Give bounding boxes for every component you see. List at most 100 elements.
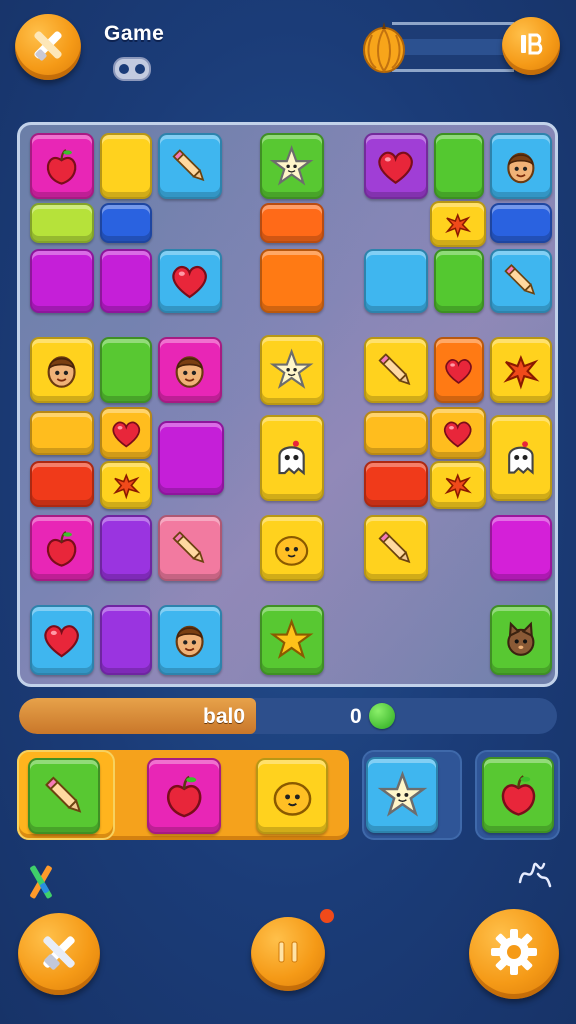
game-tile[interactable] (490, 415, 552, 501)
game-tile[interactable] (260, 605, 324, 675)
pause-icon (273, 937, 303, 972)
currency-bar (392, 22, 514, 72)
face-icon (492, 135, 550, 197)
game-tile[interactable] (260, 415, 324, 501)
pencil-icon (160, 517, 220, 579)
splat-icon (432, 463, 484, 507)
ghost-icon (262, 417, 322, 499)
game-tile[interactable] (158, 605, 222, 675)
game-tile[interactable] (30, 515, 94, 581)
game-tile[interactable] (434, 249, 484, 313)
pause-button[interactable] (251, 917, 325, 991)
game-tile[interactable] (490, 249, 552, 313)
tray-tile[interactable] (28, 758, 100, 834)
pencil-icon (160, 135, 220, 197)
game-tile[interactable] (100, 605, 152, 675)
slot-tile[interactable] (482, 757, 554, 833)
game-tile[interactable] (490, 133, 552, 199)
game-tile[interactable] (364, 461, 428, 507)
game-tile[interactable] (158, 337, 222, 403)
game-tile[interactable] (260, 203, 324, 243)
heart-icon (436, 339, 482, 401)
heart-icon (32, 607, 92, 673)
game-tile[interactable] (364, 515, 428, 581)
game-tile[interactable] (434, 133, 484, 199)
game-tile[interactable] (490, 203, 552, 243)
game-tile[interactable] (490, 515, 552, 581)
game-tile[interactable] (364, 249, 428, 313)
crossed-tools-icon (36, 929, 82, 980)
game-board (17, 122, 558, 687)
splat-icon (492, 339, 550, 401)
progress-label: bal0 (203, 705, 246, 728)
game-tile[interactable] (434, 337, 484, 403)
progress-value: 0 (350, 705, 362, 728)
game-tile[interactable] (100, 249, 152, 313)
heart-icon (160, 251, 220, 311)
game-tile[interactable] (260, 133, 324, 199)
tray-tile[interactable] (147, 758, 221, 834)
game-tile[interactable] (260, 335, 324, 405)
game-tile[interactable] (260, 515, 324, 581)
apple-icon (32, 517, 92, 579)
game-tile[interactable] (260, 249, 324, 313)
face-icon (160, 607, 220, 673)
tray-tile[interactable] (256, 758, 328, 834)
game-tile[interactable] (364, 133, 428, 199)
crossed-tools-icon (29, 26, 67, 69)
pencil-icon (30, 760, 98, 832)
progress-marker-icon (369, 703, 395, 729)
apple-icon (484, 759, 552, 831)
game-tile[interactable] (430, 461, 486, 509)
notification-dot (318, 907, 336, 925)
game-tile[interactable] (158, 249, 222, 313)
gamepad-icon (112, 54, 152, 84)
game-tile[interactable] (30, 249, 94, 313)
game-tile[interactable] (30, 133, 94, 199)
blob-icon (262, 517, 322, 579)
game-tile[interactable] (490, 605, 552, 675)
game-tile[interactable] (158, 515, 222, 581)
pencil-icon (366, 517, 426, 579)
game-tile[interactable] (30, 203, 94, 243)
game-tile[interactable] (490, 337, 552, 403)
game-tile[interactable] (430, 407, 486, 459)
game-tile[interactable] (30, 605, 94, 675)
game-tile[interactable] (158, 133, 222, 199)
game-tile[interactable] (100, 407, 152, 459)
game-tile[interactable] (100, 133, 152, 199)
game-tile[interactable] (364, 411, 428, 455)
gear-icon (488, 926, 540, 983)
tools-button-bottom[interactable] (18, 913, 100, 995)
game-tile[interactable] (430, 201, 486, 247)
apple-icon (32, 135, 92, 197)
star-icon (262, 607, 322, 673)
blob-icon (258, 760, 326, 832)
pencil-icon (366, 339, 426, 401)
info-icon (516, 29, 546, 64)
star-face-icon (368, 759, 436, 831)
cat-icon (492, 607, 550, 673)
game-tile[interactable] (30, 461, 94, 507)
info-button[interactable] (502, 17, 560, 75)
game-tile[interactable] (364, 337, 428, 403)
face-icon (32, 339, 92, 401)
game-tile[interactable] (30, 337, 94, 403)
tools-button[interactable] (15, 14, 81, 80)
game-tile[interactable] (158, 421, 224, 495)
slot-tile[interactable] (366, 757, 438, 833)
settings-button[interactable] (469, 909, 559, 999)
game-tile[interactable] (100, 515, 152, 581)
game-tile[interactable] (100, 337, 152, 403)
game-tile[interactable] (100, 203, 152, 243)
star-face-icon (262, 135, 322, 197)
seed-icon (360, 20, 408, 74)
game-tile[interactable] (100, 461, 152, 509)
splat-icon (432, 203, 484, 245)
apple-icon (149, 760, 219, 832)
pencil-icon (492, 251, 550, 311)
heart-icon (366, 135, 426, 197)
game-tile[interactable] (30, 411, 94, 455)
heart-icon (432, 409, 484, 457)
game-title: Game (104, 22, 165, 45)
